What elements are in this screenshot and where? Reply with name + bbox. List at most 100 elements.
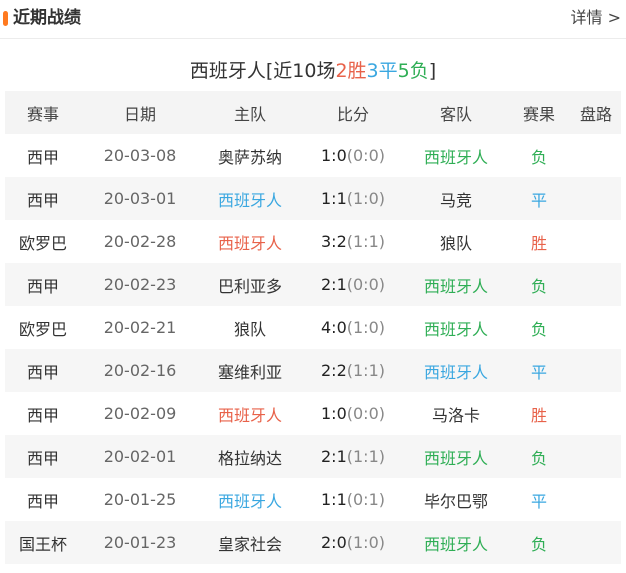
date-cell: 20-01-25 <box>103 490 177 509</box>
away-team-cell: 西班牙人 <box>423 319 488 339</box>
full-time-score: 2:0 <box>321 533 347 552</box>
result-cell: 胜 <box>530 405 547 425</box>
home-team-cell: 巴利亚多 <box>217 276 282 296</box>
away-team-cell: 马竞 <box>439 190 472 210</box>
table-row[interactable]: 西甲 20-02-09 西班牙人 1:0(0:0) 马洛卡 胜 <box>5 392 621 435</box>
handicap-cell <box>571 220 621 263</box>
result-cell: 平 <box>530 362 547 382</box>
section-header: 近期战绩 详情 > <box>0 0 626 38</box>
handicap-cell <box>571 177 621 220</box>
date-cell: 20-03-01 <box>103 189 177 208</box>
date-cell: 20-02-28 <box>103 232 177 251</box>
half-time-score: (0:0) <box>346 275 385 294</box>
score-cell: 1:1(0:1) <box>301 478 405 521</box>
home-team-cell: 西班牙人 <box>217 405 282 425</box>
home-team-cell: 狼队 <box>233 319 266 339</box>
score-cell: 2:2(1:1) <box>301 349 405 392</box>
half-time-score: (1:0) <box>346 533 385 552</box>
handicap-cell <box>571 263 621 306</box>
score-cell: 3:2(1:1) <box>301 220 405 263</box>
full-time-score: 1:0 <box>321 404 347 423</box>
full-time-score: 1:1 <box>321 189 347 208</box>
away-team-cell: 毕尔巴鄂 <box>423 491 488 511</box>
away-team-cell: 西班牙人 <box>423 534 488 554</box>
table-row[interactable]: 西甲 20-03-08 奥萨苏纳 1:0(0:0) 西班牙人 负 <box>5 134 621 177</box>
home-team-cell: 皇家社会 <box>217 534 282 554</box>
home-team-cell: 西班牙人 <box>217 233 282 253</box>
home-team-cell: 塞维利亚 <box>217 362 282 382</box>
table-row[interactable]: 西甲 20-02-23 巴利亚多 2:1(0:0) 西班牙人 负 <box>5 263 621 306</box>
date-cell: 20-02-16 <box>103 361 177 380</box>
away-team-cell: 狼队 <box>439 233 472 253</box>
table-row[interactable]: 欧罗巴 20-02-28 西班牙人 3:2(1:1) 狼队 胜 <box>5 220 621 263</box>
date-cell: 20-02-01 <box>103 447 177 466</box>
league-cell: 西甲 <box>26 147 59 167</box>
score-cell: 2:0(1:0) <box>301 521 405 564</box>
table-row[interactable]: 西甲 20-02-16 塞维利亚 2:2(1:1) 西班牙人 平 <box>5 349 621 392</box>
handicap-cell <box>571 134 621 177</box>
full-time-score: 2:1 <box>321 275 347 294</box>
table-row[interactable]: 西甲 20-02-01 格拉纳达 2:1(1:1) 西班牙人 负 <box>5 435 621 478</box>
score-cell: 2:1(1:1) <box>301 435 405 478</box>
home-team-cell: 西班牙人 <box>217 190 282 210</box>
column-header-away: 客队 <box>439 104 472 124</box>
table-row[interactable]: 国王杯 20-01-23 皇家社会 2:0(1:0) 西班牙人 负 <box>5 521 621 564</box>
result-cell: 胜 <box>530 233 547 253</box>
league-cell: 欧罗巴 <box>18 233 67 253</box>
result-cell: 平 <box>530 190 547 210</box>
league-cell: 欧罗巴 <box>18 319 67 339</box>
column-header-home: 主队 <box>233 104 266 124</box>
half-time-score: (1:1) <box>346 361 385 380</box>
accent-bar <box>3 11 8 26</box>
match-rows: 西甲 20-03-08 奥萨苏纳 1:0(0:0) 西班牙人 负 西甲 20-0… <box>5 134 621 564</box>
home-team-cell: 西班牙人 <box>217 491 282 511</box>
summary-wins: 2胜 <box>335 60 367 82</box>
full-time-score: 3:2 <box>321 232 347 251</box>
handicap-cell <box>571 349 621 392</box>
handicap-cell <box>571 306 621 349</box>
column-header-score: 比分 <box>336 104 369 124</box>
date-cell: 20-02-23 <box>103 275 177 294</box>
table-row[interactable]: 西甲 20-01-25 西班牙人 1:1(0:1) 毕尔巴鄂 平 <box>5 478 621 521</box>
match-table: 赛事 日期 主队 比分 客队 赛果 盘路 西甲 20-03-08 奥萨苏纳 1:… <box>5 91 621 564</box>
summary-losses: 5负 <box>397 60 429 82</box>
half-time-score: (1:0) <box>346 318 385 337</box>
league-cell: 国王杯 <box>18 534 67 554</box>
home-team-cell: 奥萨苏纳 <box>217 147 282 167</box>
result-cell: 负 <box>530 534 547 554</box>
league-cell: 西甲 <box>26 448 59 468</box>
handicap-cell <box>571 478 621 521</box>
full-time-score: 2:1 <box>321 447 347 466</box>
table-row[interactable]: 西甲 20-03-01 西班牙人 1:1(1:0) 马竞 平 <box>5 177 621 220</box>
handicap-cell <box>571 521 621 564</box>
full-time-score: 1:0 <box>321 146 347 165</box>
away-team-cell: 马洛卡 <box>431 405 480 425</box>
column-header-date: 日期 <box>123 104 156 124</box>
table-header-row: 赛事 日期 主队 比分 客队 赛果 盘路 <box>5 91 621 134</box>
result-cell: 负 <box>530 276 547 296</box>
away-team-cell: 西班牙人 <box>423 448 488 468</box>
column-header-league: 赛事 <box>26 104 59 124</box>
half-time-score: (1:0) <box>346 189 385 208</box>
result-cell: 负 <box>530 448 547 468</box>
result-cell: 平 <box>530 491 547 511</box>
summary-draws: 3平 <box>366 60 398 82</box>
league-cell: 西甲 <box>26 491 59 511</box>
full-time-score: 4:0 <box>321 318 347 337</box>
match-table-container: 赛事 日期 主队 比分 客队 赛果 盘路 西甲 20-03-08 奥萨苏纳 1:… <box>5 91 621 564</box>
column-header-result: 赛果 <box>522 104 555 124</box>
half-time-score: (1:1) <box>346 232 385 251</box>
home-team-cell: 格拉纳达 <box>217 448 282 468</box>
handicap-cell <box>571 435 621 478</box>
date-cell: 20-02-21 <box>103 318 177 337</box>
league-cell: 西甲 <box>26 362 59 382</box>
away-team-cell: 西班牙人 <box>423 276 488 296</box>
summary-close: ] <box>428 60 437 82</box>
half-time-score: (0:0) <box>346 146 385 165</box>
table-row[interactable]: 欧罗巴 20-02-21 狼队 4:0(1:0) 西班牙人 负 <box>5 306 621 349</box>
league-cell: 西甲 <box>26 276 59 296</box>
details-link[interactable]: 详情 > <box>571 7 622 29</box>
score-cell: 1:1(1:0) <box>301 177 405 220</box>
half-time-score: (1:1) <box>346 447 385 466</box>
away-team-cell: 西班牙人 <box>423 147 488 167</box>
